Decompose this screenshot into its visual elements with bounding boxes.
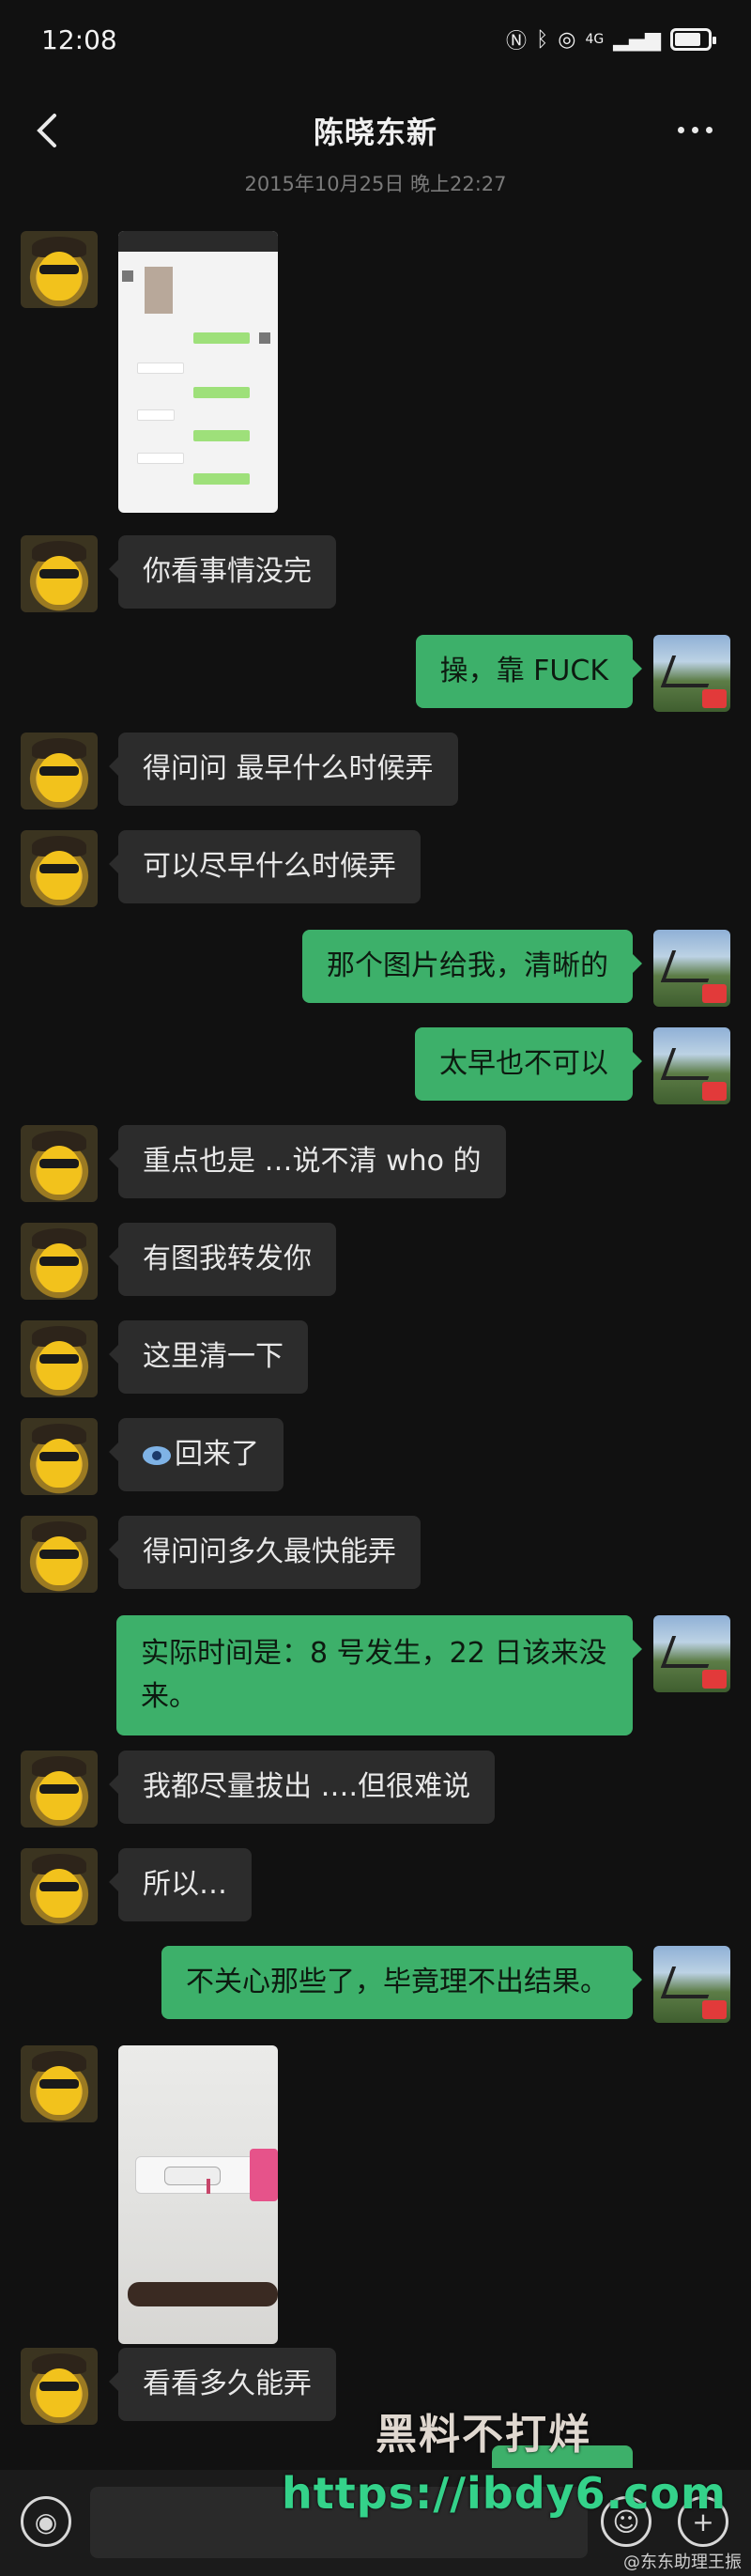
avatar[interactable]	[653, 1946, 730, 2023]
nfc-icon: Ⓝ	[506, 30, 528, 54]
message-bubble-outgoing[interactable]: 不关心那些了，毕竟理不出结果。	[161, 1946, 642, 2019]
message-bubble-outgoing[interactable]: 那个图片给我，清晰的	[302, 930, 642, 1003]
avatar[interactable]	[21, 733, 98, 810]
avatar[interactable]	[21, 535, 98, 612]
status-time: 12:08	[41, 23, 117, 55]
battery-icon	[670, 28, 716, 51]
message-bubble-incoming[interactable]: 所以…	[109, 1848, 252, 1921]
chevron-left-icon	[37, 114, 56, 147]
avatar[interactable]	[653, 1027, 730, 1104]
hotspot-icon: ◎	[558, 27, 576, 52]
avatar[interactable]	[21, 2045, 98, 2122]
chat-title: 陈晓东新	[313, 115, 437, 150]
message-bubble-incoming[interactable]: 回来了	[109, 1418, 284, 1491]
avatar[interactable]	[21, 1516, 98, 1593]
watermark-title: 黑料不打烊	[376, 2411, 591, 2459]
image-message-photo[interactable]	[118, 2045, 278, 2344]
chat-header: 陈晓东新	[0, 79, 751, 182]
message-bubble-outgoing[interactable]: 操，靠 FUCK	[415, 635, 643, 708]
image-message-chat-screenshot[interactable]	[118, 231, 278, 513]
message-bubble-incoming[interactable]: 看看多久能弄	[109, 2348, 336, 2421]
back-button[interactable]	[23, 107, 69, 154]
avatar[interactable]	[21, 2348, 98, 2425]
voice-button[interactable]: ◉	[21, 2496, 71, 2547]
voice-icon: ◉	[34, 2506, 58, 2537]
avatar[interactable]	[21, 830, 98, 907]
message-timestamp: 2015年10月25日 晚上22:27	[244, 173, 507, 195]
avatar[interactable]	[653, 635, 730, 712]
more-button[interactable]	[667, 111, 723, 148]
message-bubble-incoming[interactable]: 我都尽量拔出 ….但很难说	[108, 1751, 496, 1824]
message-bubble-incoming[interactable]: 得问问 最早什么时候弄	[109, 733, 458, 806]
bluetooth-icon: ᛒ	[536, 27, 549, 52]
avatar[interactable]	[21, 231, 98, 308]
eye-emoji-icon	[143, 1445, 171, 1465]
message-bubble-incoming[interactable]: 你看事情没完	[109, 535, 336, 609]
signal-icon: ▂▄▆	[613, 27, 661, 52]
message-bubble-incoming[interactable]: 这里清一下	[109, 1320, 308, 1394]
message-bubble-outgoing[interactable]: 太早也不可以	[415, 1027, 642, 1101]
watermark-url: https://ibdy6.com	[282, 2468, 727, 2519]
message-text: 回来了	[175, 1438, 259, 1471]
avatar[interactable]	[653, 930, 730, 1007]
message-bubble-incoming[interactable]: 得问问多久最快能弄	[109, 1516, 421, 1589]
network-label: 4G	[585, 32, 605, 47]
message-bubble-incoming[interactable]: 重点也是 …说不清 who 的	[109, 1125, 506, 1198]
avatar[interactable]	[653, 1615, 730, 1692]
avatar[interactable]	[21, 1751, 98, 1828]
credit-label: @东东助理王振	[623, 2553, 742, 2572]
message-bubble-incoming[interactable]: 可以尽早什么时候弄	[109, 830, 421, 903]
avatar[interactable]	[21, 1125, 98, 1202]
message-bubble-incoming[interactable]: 有图我转发你	[109, 1223, 336, 1296]
avatar[interactable]	[21, 1418, 98, 1495]
message-bubble-outgoing[interactable]: 实际时间是：8 号发生，22 日该来没来。	[116, 1615, 642, 1735]
status-icons: Ⓝ ᛒ ◎ 4G ▂▄▆	[506, 24, 716, 54]
avatar[interactable]	[21, 1223, 98, 1300]
avatar[interactable]	[21, 1320, 98, 1397]
status-bar: 12:08 Ⓝ ᛒ ◎ 4G ▂▄▆	[0, 0, 751, 79]
avatar[interactable]	[21, 1848, 98, 1925]
more-dots-icon	[677, 126, 684, 133]
